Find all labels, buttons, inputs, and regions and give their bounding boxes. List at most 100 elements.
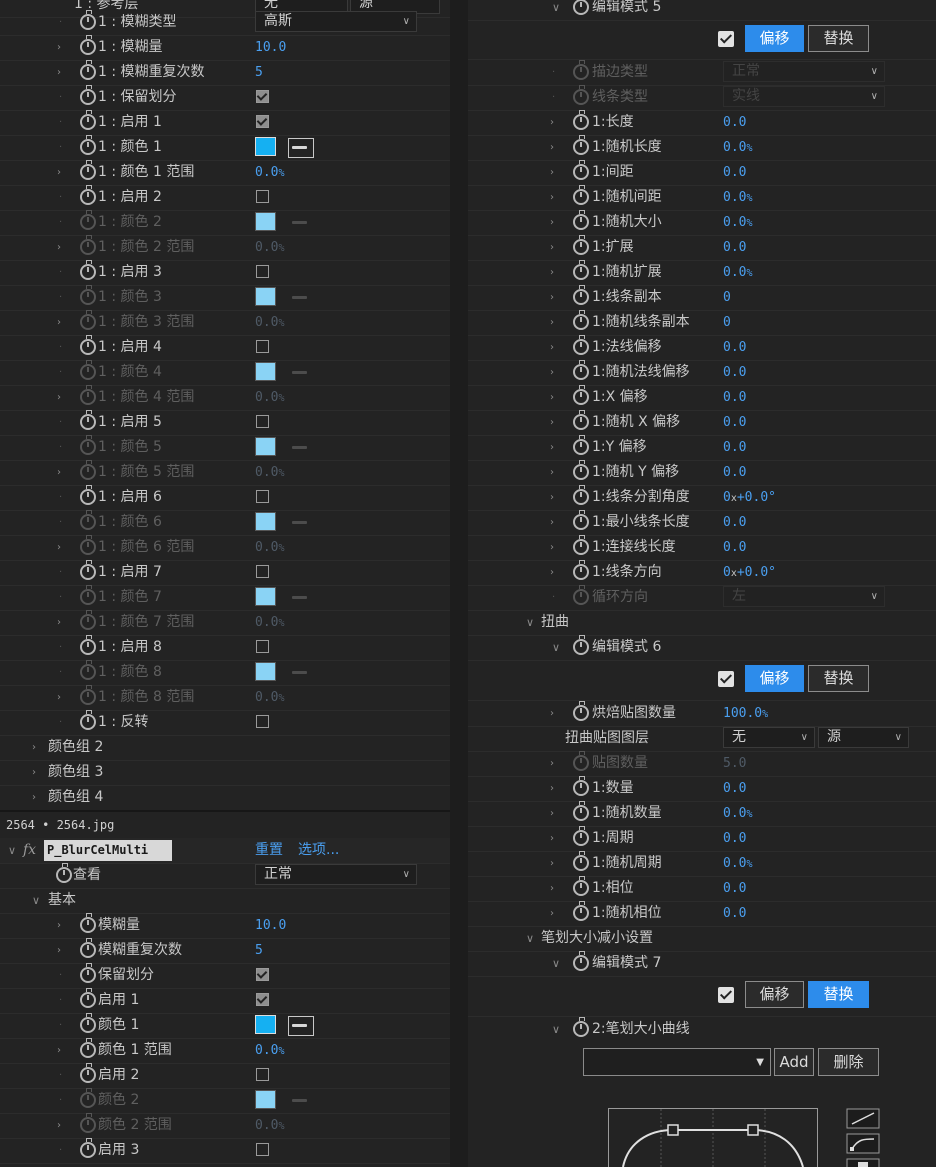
stopwatch-icon[interactable] xyxy=(573,635,589,655)
chevron-right-icon[interactable]: › xyxy=(57,60,61,85)
chevron-right-icon[interactable]: › xyxy=(57,938,61,963)
eyedropper-icon[interactable] xyxy=(288,438,314,458)
chevron-down-icon[interactable]: ∨ xyxy=(526,926,534,951)
offset-button[interactable]: 偏移 xyxy=(745,981,804,1008)
options-link[interactable]: 选项... xyxy=(298,838,339,863)
value-field[interactable]: 0.0 xyxy=(723,360,746,385)
stopwatch-icon[interactable] xyxy=(80,310,96,330)
color-swatch[interactable] xyxy=(255,362,276,381)
checkbox[interactable] xyxy=(256,340,269,353)
stopwatch-icon[interactable] xyxy=(80,988,96,1008)
checkbox[interactable] xyxy=(256,968,269,981)
delete-curve-button[interactable]: 删除 xyxy=(818,1048,879,1076)
stopwatch-icon[interactable] xyxy=(80,460,96,480)
chevron-right-icon[interactable]: › xyxy=(57,310,61,335)
checkbox[interactable] xyxy=(256,190,269,203)
value-field[interactable]: 100.0% xyxy=(723,701,768,727)
chevron-right-icon[interactable]: › xyxy=(57,460,61,485)
replace-button[interactable]: 替换 xyxy=(808,25,869,52)
chevron-right-icon[interactable]: › xyxy=(550,876,554,901)
edit-mode-5-checkbox[interactable] xyxy=(718,31,734,47)
value-field[interactable]: 0.0 xyxy=(723,235,746,260)
chevron-right-icon[interactable]: › xyxy=(550,826,554,851)
stopwatch-icon[interactable] xyxy=(80,435,96,455)
chevron-right-icon[interactable]: › xyxy=(550,185,554,210)
value-field[interactable]: 0.0 xyxy=(723,535,746,560)
chevron-right-icon[interactable]: › xyxy=(550,310,554,335)
stopwatch-icon[interactable] xyxy=(573,0,589,15)
stopwatch-icon[interactable] xyxy=(573,801,589,821)
chevron-right-icon[interactable]: › xyxy=(57,385,61,410)
reset-link[interactable]: 重置 xyxy=(255,838,283,863)
value-field[interactable]: 10.0 xyxy=(255,913,286,938)
chevron-right-icon[interactable]: › xyxy=(550,235,554,260)
stopwatch-icon[interactable] xyxy=(80,85,96,105)
chevron-right-icon[interactable]: › xyxy=(550,485,554,510)
replace-button[interactable]: 替换 xyxy=(808,665,869,692)
chevron-right-icon[interactable]: › xyxy=(550,285,554,310)
stopwatch-icon[interactable] xyxy=(573,285,589,305)
stopwatch-icon[interactable] xyxy=(56,863,72,883)
value-field[interactable]: 0.0 xyxy=(723,435,746,460)
color-swatch[interactable] xyxy=(255,287,276,306)
chevron-right-icon[interactable]: › xyxy=(550,360,554,385)
replace-button[interactable]: 替换 xyxy=(808,981,869,1008)
stopwatch-icon[interactable] xyxy=(573,310,589,330)
stopwatch-icon[interactable] xyxy=(80,1063,96,1083)
checkbox[interactable] xyxy=(256,640,269,653)
stopwatch-icon[interactable] xyxy=(573,210,589,230)
stopwatch-icon[interactable] xyxy=(80,185,96,205)
linear-curve-icon[interactable] xyxy=(846,1108,880,1130)
stopwatch-icon[interactable] xyxy=(80,135,96,155)
chevron-right-icon[interactable]: › xyxy=(550,851,554,876)
stopwatch-icon[interactable] xyxy=(80,710,96,730)
value-field[interactable]: 0.0% xyxy=(255,460,285,486)
stopwatch-icon[interactable] xyxy=(80,35,96,55)
value-field[interactable]: 0.0 xyxy=(723,510,746,535)
stopwatch-icon[interactable] xyxy=(80,385,96,405)
value-field[interactable]: 0.0% xyxy=(255,385,285,411)
color-swatch[interactable] xyxy=(255,137,276,156)
chevron-right-icon[interactable]: › xyxy=(550,410,554,435)
color-group-row[interactable]: › 颜色组 3 xyxy=(0,760,450,786)
dropdown[interactable]: 实线 ∨ xyxy=(723,86,885,107)
dropdown[interactable]: 高斯 ∨ xyxy=(255,11,417,32)
eyedropper-icon[interactable] xyxy=(288,288,314,308)
checkbox[interactable] xyxy=(256,993,269,1006)
stopwatch-icon[interactable] xyxy=(573,535,589,555)
chevron-right-icon[interactable]: › xyxy=(550,901,554,926)
color-group-row[interactable]: › 颜色组 2 xyxy=(0,735,450,761)
checkbox[interactable] xyxy=(256,415,269,428)
stopwatch-icon[interactable] xyxy=(80,210,96,230)
stopwatch-icon[interactable] xyxy=(573,485,589,505)
value-field[interactable]: 0.0 xyxy=(723,385,746,410)
chevron-down-icon[interactable]: ∨ xyxy=(8,838,16,863)
stopwatch-icon[interactable] xyxy=(80,1088,96,1108)
stopwatch-icon[interactable] xyxy=(80,963,96,983)
eyedropper-icon[interactable] xyxy=(288,513,314,533)
stopwatch-icon[interactable] xyxy=(80,660,96,680)
value-field[interactable]: 0.0% xyxy=(723,210,753,236)
stopwatch-icon[interactable] xyxy=(573,1017,589,1037)
stopwatch-icon[interactable] xyxy=(573,335,589,355)
value-field[interactable]: 0 xyxy=(723,310,731,335)
value-field[interactable]: 0.0% xyxy=(255,610,285,636)
chevron-right-icon[interactable]: › xyxy=(57,1038,61,1063)
color-swatch[interactable] xyxy=(255,587,276,606)
stopwatch-icon[interactable] xyxy=(573,160,589,180)
stopwatch-icon[interactable] xyxy=(573,585,589,605)
stopwatch-icon[interactable] xyxy=(573,510,589,530)
value-field[interactable]: 0.0 xyxy=(723,901,746,926)
chevron-right-icon[interactable]: › xyxy=(57,535,61,560)
stopwatch-icon[interactable] xyxy=(573,185,589,205)
add-curve-button[interactable]: Add xyxy=(774,1048,814,1076)
dropdown[interactable]: 正常 ∨ xyxy=(723,61,885,82)
stopwatch-icon[interactable] xyxy=(573,560,589,580)
angle-field[interactable]: 0x+0.0° xyxy=(723,560,776,586)
chevron-right-icon[interactable]: › xyxy=(550,510,554,535)
chevron-right-icon[interactable]: › xyxy=(32,760,36,785)
value-field[interactable]: 0.0% xyxy=(255,235,285,261)
chevron-right-icon[interactable]: › xyxy=(550,260,554,285)
eyedropper-icon[interactable] xyxy=(288,363,314,383)
color-swatch[interactable] xyxy=(255,212,276,231)
